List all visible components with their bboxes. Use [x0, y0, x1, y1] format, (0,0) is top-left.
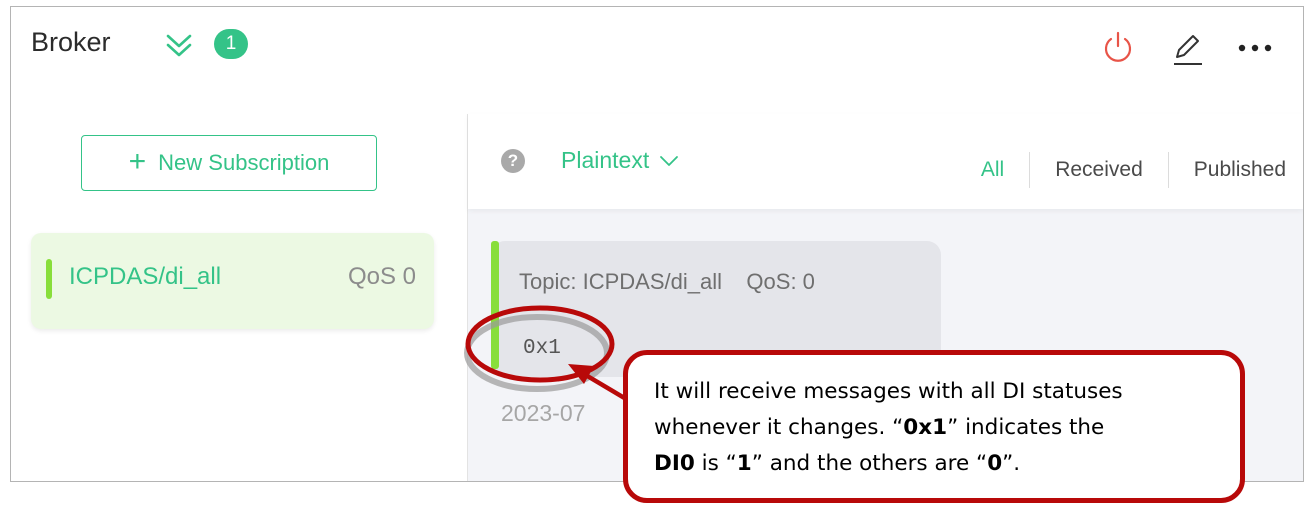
new-subscription-button[interactable]: + New Subscription — [81, 135, 377, 191]
subscription-color-bar — [46, 259, 52, 299]
subscription-item[interactable]: ICPDAS/di_all QoS 0 — [31, 233, 434, 329]
tab-received[interactable]: Received — [1030, 158, 1168, 182]
tab-all[interactable]: All — [956, 158, 1029, 182]
subscription-qos: QoS 0 — [347, 263, 416, 290]
payload-format-select[interactable]: Plaintext — [561, 147, 679, 174]
callout-line-2: whenever it changes. “0x1” indicates the — [654, 415, 1105, 440]
chevron-down-icon — [660, 155, 679, 166]
power-icon[interactable] — [1101, 31, 1135, 65]
plus-icon: + — [128, 144, 147, 178]
message-timestamp: 2023-07 — [501, 400, 586, 426]
connection-header: Broker 1 — [11, 7, 1303, 115]
callout-line-1: It will receive messages with all DI sta… — [654, 379, 1123, 404]
message-topic: Topic: ICPDAS/di_all QoS: 0 — [519, 269, 815, 294]
tab-published[interactable]: Published — [1169, 158, 1286, 182]
connection-title: Broker — [31, 27, 111, 57]
message-filter-tabs: All Received Published — [956, 152, 1286, 188]
subscription-topic: ICPDAS/di_all — [69, 263, 222, 290]
annotation-callout: It will receive messages with all DI sta… — [623, 350, 1245, 503]
message-count-badge: 1 — [214, 29, 248, 59]
callout-line-3: DI0 is “1” and the others are “0”. — [654, 451, 1021, 476]
help-icon[interactable]: ? — [501, 149, 525, 173]
message-color-bar — [491, 241, 499, 369]
messages-toolbar: ? Plaintext All Received Published — [468, 114, 1303, 209]
new-subscription-label: New Subscription — [158, 150, 330, 175]
payload-format-value: Plaintext — [561, 147, 650, 173]
double-chevron-down-icon[interactable] — [166, 31, 192, 59]
message-payload: 0x1 — [523, 337, 561, 360]
more-icon[interactable] — [1237, 43, 1277, 53]
subscriptions-sidebar: + New Subscription ICPDAS/di_all QoS 0 — [11, 114, 468, 481]
edit-icon[interactable] — [1171, 31, 1205, 67]
